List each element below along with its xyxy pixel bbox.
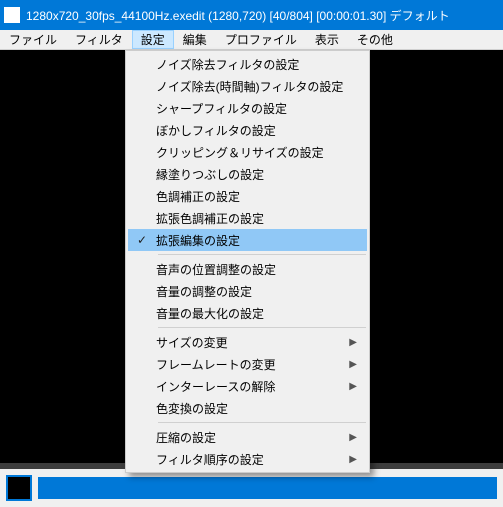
menu-item-label: 拡張色調補正の設定 — [156, 210, 367, 227]
menu-item[interactable]: フレームレートの変更▶ — [128, 353, 367, 375]
menu-item[interactable]: 縁塗りつぶしの設定 — [128, 163, 367, 185]
menu-item[interactable]: 音量の最大化の設定 — [128, 302, 367, 324]
menu-item-label: ノイズ除去(時間軸)フィルタの設定 — [156, 78, 367, 95]
menu-item-label: フィルタ順序の設定 — [156, 451, 367, 468]
menu-item-label: ぼかしフィルタの設定 — [156, 122, 367, 139]
separator — [158, 422, 366, 423]
menu-filter[interactable]: フィルタ — [66, 30, 132, 49]
menu-view[interactable]: 表示 — [306, 30, 348, 49]
menu-item-label: 色調補正の設定 — [156, 188, 367, 205]
app-icon — [4, 7, 20, 23]
menu-item[interactable]: 拡張色調補正の設定 — [128, 207, 367, 229]
menu-file[interactable]: ファイル — [0, 30, 66, 49]
menu-item[interactable]: シャープフィルタの設定 — [128, 97, 367, 119]
menu-item-label: 音量の最大化の設定 — [156, 305, 367, 322]
titlebar: 1280x720_30fps_44100Hz.exedit (1280,720)… — [0, 0, 503, 30]
menu-item-label: シャープフィルタの設定 — [156, 100, 367, 117]
menu-item-label: 音量の調整の設定 — [156, 283, 367, 300]
separator — [158, 327, 366, 328]
menu-item-label: 色変換の設定 — [156, 400, 367, 417]
menu-item-label: サイズの変更 — [156, 334, 367, 351]
menu-item[interactable]: 圧縮の設定▶ — [128, 426, 367, 448]
menu-other[interactable]: その他 — [348, 30, 402, 49]
menu-profile[interactable]: プロファイル — [216, 30, 306, 49]
menu-item-label: クリッピング＆リサイズの設定 — [156, 144, 367, 161]
title-text: 1280x720_30fps_44100Hz.exedit (1280,720)… — [26, 7, 450, 24]
submenu-arrow-icon: ▶ — [349, 337, 357, 348]
menubar: ファイル フィルタ 設定 編集 プロファイル 表示 その他 — [0, 30, 503, 50]
submenu-arrow-icon: ▶ — [349, 359, 357, 370]
menu-item[interactable]: インターレースの解除▶ — [128, 375, 367, 397]
menu-item[interactable]: 色調補正の設定 — [128, 185, 367, 207]
menu-item[interactable]: ノイズ除去(時間軸)フィルタの設定 — [128, 75, 367, 97]
menu-item[interactable]: ぼかしフィルタの設定 — [128, 119, 367, 141]
menu-item[interactable]: 色変換の設定 — [128, 397, 367, 419]
menu-item[interactable]: 音声の位置調整の設定 — [128, 258, 367, 280]
menu-item[interactable]: クリッピング＆リサイズの設定 — [128, 141, 367, 163]
menu-item[interactable]: ✓拡張編集の設定 — [128, 229, 367, 251]
menu-settings[interactable]: 設定 — [132, 30, 174, 49]
menu-item-label: 圧縮の設定 — [156, 429, 367, 446]
menu-item-label: 縁塗りつぶしの設定 — [156, 166, 367, 183]
preview-thumb[interactable] — [6, 475, 32, 501]
submenu-arrow-icon: ▶ — [349, 432, 357, 443]
menu-item[interactable]: ノイズ除去フィルタの設定 — [128, 53, 367, 75]
menu-item-label: インターレースの解除 — [156, 378, 367, 395]
check-icon: ✓ — [128, 233, 156, 247]
menu-item-label: 音声の位置調整の設定 — [156, 261, 367, 278]
submenu-arrow-icon: ▶ — [349, 454, 357, 465]
menu-edit[interactable]: 編集 — [174, 30, 216, 49]
menu-item-label: フレームレートの変更 — [156, 356, 367, 373]
seek-track[interactable] — [38, 477, 497, 499]
menu-item-label: 拡張編集の設定 — [156, 232, 367, 249]
bottom-bar — [0, 469, 503, 507]
separator — [158, 254, 366, 255]
menu-item-label: ノイズ除去フィルタの設定 — [156, 56, 367, 73]
submenu-arrow-icon: ▶ — [349, 381, 357, 392]
menu-item[interactable]: 音量の調整の設定 — [128, 280, 367, 302]
menu-item[interactable]: サイズの変更▶ — [128, 331, 367, 353]
menu-item[interactable]: フィルタ順序の設定▶ — [128, 448, 367, 470]
settings-dropdown: ノイズ除去フィルタの設定ノイズ除去(時間軸)フィルタの設定シャープフィルタの設定… — [125, 50, 370, 473]
